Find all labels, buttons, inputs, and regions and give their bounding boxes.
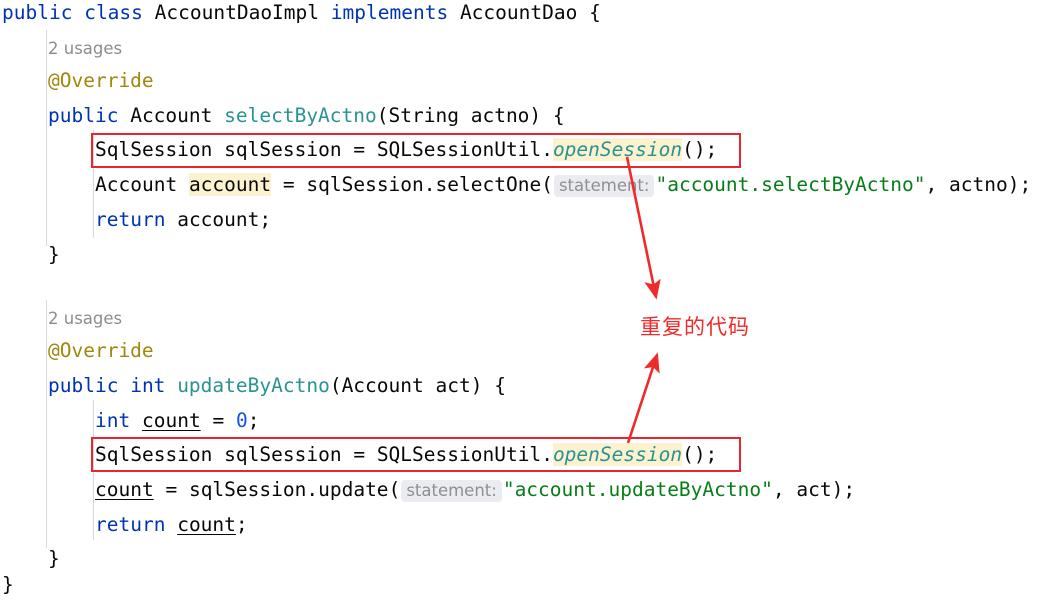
dot-select: . [423, 173, 436, 196]
equals-select: = [282, 173, 295, 196]
var-account: account [188, 173, 272, 196]
return-value-count: count [177, 513, 236, 536]
param-type-m2: Account [341, 374, 424, 397]
keyword-int: int [95, 409, 131, 432]
keyword-class: class [84, 1, 143, 24]
equals-1: = [353, 138, 366, 161]
code-line-method-2-signature: public int updateByActno(Account act) { [48, 369, 506, 403]
type-sqlsession-1: SqlSession [95, 138, 213, 161]
usages-hint-method-2[interactable]: 2 usages [48, 304, 122, 334]
type-sqlsession-2: SqlSession [95, 443, 213, 466]
code-line-annotation-override-1: @Override [48, 64, 154, 98]
paren-open-update: ( [388, 478, 401, 501]
param-name-m1: actno [470, 104, 530, 127]
close-brace-m2: } [48, 547, 60, 570]
annotation-override-2: @Override [48, 339, 154, 362]
dot-1: . [541, 138, 553, 161]
code-line-class-declaration: public class AccountDaoImpl implements A… [2, 0, 601, 30]
annotation-override-1: @Override [48, 69, 154, 92]
semicolon-return-1: ; [259, 208, 272, 231]
var-sqlsession-2: sqlSession [224, 443, 342, 466]
number-zero: 0 [235, 409, 248, 432]
code-line-annotation-override-2: @Override [48, 334, 154, 368]
equals-2: = [353, 443, 366, 466]
class-sqlsessionutil-2: SQLSessionUtil [376, 443, 542, 466]
call-update: update [318, 478, 389, 501]
code-line-close-brace-class: } [2, 568, 14, 602]
method-name-updateByActno: updateByActno [177, 374, 330, 397]
arg-act: act [796, 478, 832, 501]
code-line-close-brace-m2: } [48, 542, 60, 576]
keyword-return-2: return [95, 513, 166, 536]
open-brace-class: { [589, 1, 601, 24]
dot-2: . [541, 443, 553, 466]
usages-hint-method-1[interactable]: 2 usages [48, 34, 122, 64]
param-hint-statement-2: statement: [401, 480, 502, 502]
param-hint-statement-1: statement: [553, 175, 655, 197]
receiver-sqlsession-update: sqlSession [188, 478, 307, 501]
call-openSession-2: openSession [552, 443, 683, 466]
keyword-public: public [2, 1, 73, 24]
code-line-select-one: Account account = sqlSession.selectOne(s… [95, 168, 1031, 202]
code-line-close-brace-m1: } [48, 238, 60, 272]
code-line-count-init: int count = 0; [95, 404, 259, 438]
keyword-public-m2: public [48, 374, 119, 397]
paren-close-m2: ) [470, 374, 483, 397]
semicolon-return-2: ; [235, 513, 248, 536]
indent-guide-level-2b [93, 400, 94, 540]
paren-open-m1: ( [376, 104, 389, 127]
indent-guide-level-1b [46, 300, 47, 548]
paren-open-select: ( [541, 173, 553, 196]
code-line-return-account: return account; [95, 203, 271, 237]
string-account-selectByActno: "account.selectByActno" [655, 173, 926, 196]
code-line-method-1-signature: public Account selectByActno(String actn… [48, 99, 565, 133]
keyword-public-m1: public [48, 104, 119, 127]
return-type-m2: int [130, 374, 166, 397]
code-line-update: count = sqlSession.update(statement: "acc… [95, 473, 855, 507]
close-brace-class: } [2, 573, 14, 596]
var-count-assign: count [95, 478, 154, 501]
param-name-m2: act [435, 374, 471, 397]
tail-2: (); [682, 443, 718, 466]
tail-update: ); [831, 478, 856, 501]
duplicate-code-note: 重复的代码 [640, 315, 750, 339]
return-type-m1: Account [130, 104, 213, 127]
class-sqlsessionutil-1: SQLSessionUtil [376, 138, 542, 161]
dot-update: . [306, 478, 319, 501]
code-line-open-session-1: SqlSession sqlSession = SQLSessionUtil.o… [95, 133, 717, 167]
comma-select: , [925, 173, 938, 196]
var-sqlsession-1: sqlSession [224, 138, 342, 161]
class-name: AccountDaoImpl [154, 1, 320, 24]
type-account: Account [95, 173, 178, 196]
equals-count-init: = [212, 409, 225, 432]
indent-guide-level-1 [46, 30, 47, 246]
receiver-sqlsession-select: sqlSession [306, 173, 424, 196]
param-type-m1: String [388, 104, 459, 127]
paren-open-m2: ( [329, 374, 342, 397]
arrow-bottom [626, 352, 660, 444]
code-line-open-session-2: SqlSession sqlSession = SQLSessionUtil.o… [95, 438, 717, 472]
method-name-selectByActno: selectByActno [224, 104, 377, 127]
arg-actno: actno [949, 173, 1008, 196]
call-openSession-1: openSession [552, 138, 683, 161]
string-account-updateByActno: "account.updateByActno" [502, 478, 773, 501]
tail-select: ); [1007, 173, 1032, 196]
comma-update: , [772, 478, 785, 501]
var-count-init: count [141, 409, 201, 432]
code-editor-canvas: public class AccountDaoImpl implements A… [0, 0, 1059, 604]
call-selectOne: selectOne [435, 173, 542, 196]
return-value-account: account [177, 208, 260, 231]
open-brace-m1: { [552, 104, 565, 127]
close-brace-m1: } [48, 243, 60, 266]
indent-guide-level-2 [93, 130, 94, 238]
open-brace-m2: { [494, 374, 506, 397]
code-line-return-count: return count; [95, 508, 248, 542]
equals-update: = [165, 478, 178, 501]
interface-name: AccountDao [459, 1, 578, 24]
keyword-implements: implements [330, 1, 449, 24]
paren-close-m1: ) [529, 104, 542, 127]
keyword-return-1: return [95, 208, 166, 231]
tail-1: (); [682, 138, 718, 161]
semicolon-count-init: ; [247, 409, 260, 432]
